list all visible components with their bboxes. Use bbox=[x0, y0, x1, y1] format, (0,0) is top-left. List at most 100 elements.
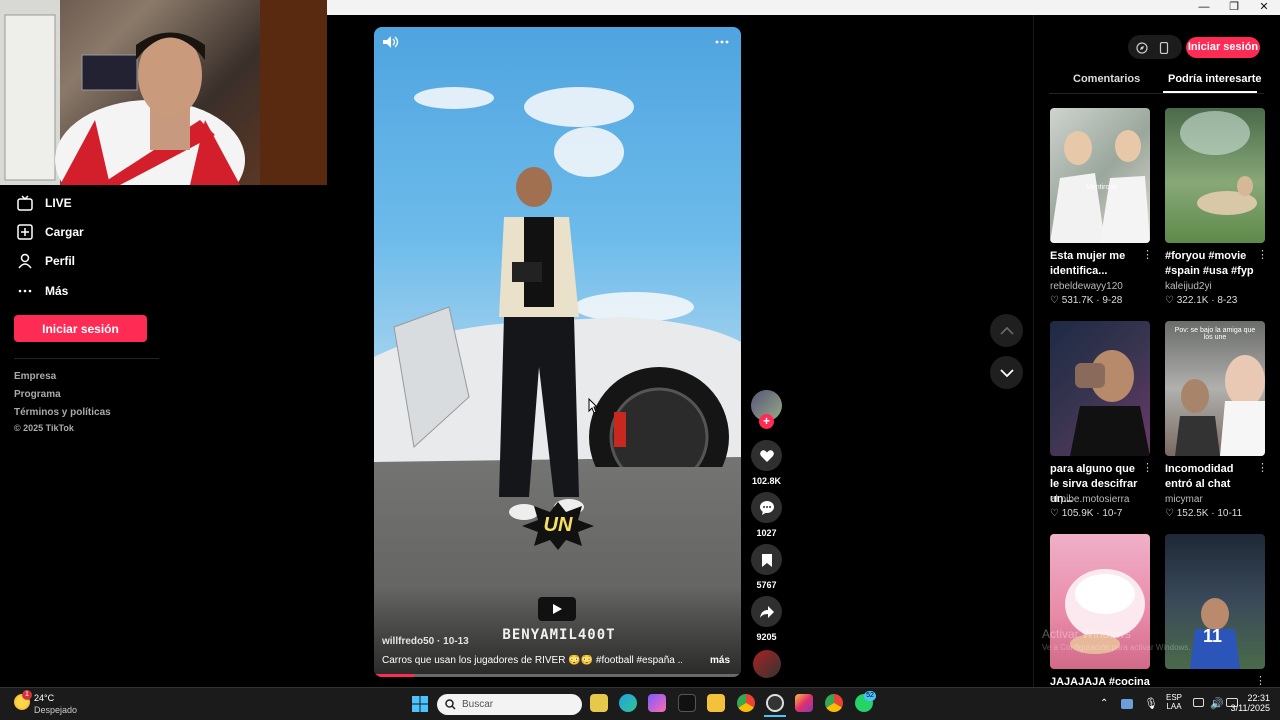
video-progress-bar[interactable] bbox=[374, 674, 741, 677]
sidebar-item-upload[interactable]: Cargar bbox=[17, 221, 84, 243]
save-count: 5767 bbox=[756, 580, 777, 590]
volume-speaker-icon[interactable]: 🔊 bbox=[1210, 697, 1224, 710]
card-more-icon[interactable]: ⋮ bbox=[1142, 461, 1153, 474]
card-more-icon[interactable]: ⋮ bbox=[1142, 248, 1153, 261]
microphone-icon[interactable]: 🎙 bbox=[1144, 697, 1158, 710]
card-likes: 531.7K bbox=[1061, 295, 1094, 306]
card-more-icon[interactable]: ⋮ bbox=[1255, 674, 1266, 687]
previous-video-button[interactable] bbox=[990, 314, 1023, 347]
video-card[interactable]: para alguno que le sirva descifrar un...… bbox=[1050, 321, 1153, 519]
language-indicator[interactable]: ESP LAA bbox=[1166, 693, 1182, 711]
volume-icon[interactable] bbox=[382, 35, 400, 49]
sidebar-item-label: Cargar bbox=[45, 225, 84, 239]
video-thumbnail[interactable] bbox=[1165, 321, 1265, 456]
windows-taskbar bbox=[0, 687, 1280, 720]
video-author-line[interactable]: willfredo50 · 10-13 bbox=[382, 636, 469, 647]
save-button[interactable] bbox=[751, 544, 782, 575]
card-more-icon[interactable]: ⋮ bbox=[1257, 461, 1268, 474]
app-icon-notes[interactable] bbox=[590, 694, 608, 712]
profile-person-icon bbox=[17, 253, 33, 269]
card-user[interactable]: kaleijud2yi bbox=[1165, 281, 1212, 292]
header-login-button[interactable]: Iniciar sesión bbox=[1186, 37, 1260, 58]
card-stats: ♡ 531.7K · 9-28 bbox=[1050, 295, 1123, 306]
webcam-image bbox=[0, 0, 327, 185]
whatsapp-badge: 52 bbox=[864, 691, 876, 701]
video-person bbox=[499, 167, 584, 520]
tab-comments[interactable]: Comentarios bbox=[1073, 73, 1140, 85]
weather-desc[interactable]: Despejado bbox=[34, 705, 77, 715]
footer-link-terms[interactable]: Términos y políticas bbox=[14, 407, 111, 418]
card-title: #foryou #movie #spain #usa #fyp bbox=[1165, 250, 1254, 277]
video-card[interactable]: Pov: se bajo la amiga que los une Incomo… bbox=[1165, 321, 1268, 519]
sidebar-item-profile[interactable]: Perfil bbox=[17, 250, 75, 272]
video-thumbnail[interactable] bbox=[1050, 108, 1150, 243]
login-button[interactable]: Iniciar sesión bbox=[14, 315, 147, 342]
card-stats: ♡ 105.9K · 10-7 bbox=[1050, 508, 1123, 519]
obs-icon[interactable] bbox=[766, 694, 784, 712]
phone-icon[interactable] bbox=[1159, 41, 1169, 55]
chevron-up-icon[interactable]: ⌃ bbox=[1100, 698, 1108, 709]
chrome-profile-icon[interactable] bbox=[825, 694, 843, 712]
more-options-icon[interactable] bbox=[714, 35, 730, 49]
caption-more-link[interactable]: más bbox=[710, 655, 730, 666]
weather-temp[interactable]: 24°C bbox=[34, 693, 54, 703]
sidebar-item-more[interactable]: Más bbox=[17, 280, 68, 302]
maximize-button[interactable]: ❐ bbox=[1219, 0, 1249, 15]
compass-icon[interactable] bbox=[1136, 41, 1148, 54]
upload-plus-icon bbox=[17, 224, 33, 240]
tiktok-app-icon[interactable] bbox=[678, 694, 696, 712]
sidebar-item-live[interactable]: LIVE bbox=[17, 192, 72, 214]
card-more-icon[interactable]: ⋮ bbox=[1257, 248, 1268, 261]
webcam-overlay bbox=[0, 0, 327, 185]
sidebar-divider bbox=[14, 358, 159, 359]
copyright: © 2025 TikTok bbox=[14, 423, 74, 433]
mouse-cursor-icon bbox=[588, 397, 599, 419]
activate-windows-title: Activar Windows bbox=[1042, 627, 1131, 641]
card-user[interactable]: micymar bbox=[1165, 494, 1203, 505]
card-user[interactable]: el.pibe.motosierra bbox=[1050, 494, 1129, 505]
tabs-divider bbox=[1049, 93, 1264, 94]
edge-browser-icon[interactable] bbox=[619, 694, 637, 712]
video-progress-fill bbox=[374, 674, 415, 677]
copilot-icon[interactable] bbox=[648, 694, 666, 712]
taskbar-search-box[interactable]: Buscar bbox=[437, 694, 582, 715]
tab-recommended[interactable]: Podría interesarte bbox=[1168, 73, 1262, 85]
card-user[interactable]: rebeldewayy120 bbox=[1050, 281, 1123, 292]
footer-link-program[interactable]: Programa bbox=[14, 389, 61, 400]
sticker-text: UN bbox=[543, 514, 573, 536]
card-stats: ♡ 322.1K · 8-23 bbox=[1165, 295, 1238, 306]
next-video-button[interactable] bbox=[990, 356, 1023, 389]
close-window-button[interactable]: ✕ bbox=[1249, 0, 1279, 15]
windows-start-icon[interactable] bbox=[412, 696, 428, 712]
card-date: 8-23 bbox=[1217, 295, 1238, 306]
live-tv-icon bbox=[17, 195, 33, 211]
video-card[interactable]: Mentiroso Esta mujer me identifica... ⋮ … bbox=[1050, 108, 1153, 306]
comment-button[interactable] bbox=[751, 492, 782, 523]
video-thumbnail[interactable] bbox=[1050, 321, 1150, 456]
video-caption: Carros que usan los jugadores de RIVER 😳… bbox=[382, 655, 682, 666]
card-likes: 322.1K bbox=[1176, 295, 1209, 306]
footer-link-company[interactable]: Empresa bbox=[14, 371, 56, 382]
video-thumbnail[interactable] bbox=[1165, 108, 1265, 243]
follow-plus-button[interactable]: + bbox=[759, 414, 774, 429]
card-likes: 105.9K bbox=[1061, 508, 1094, 519]
minimize-button[interactable]: — bbox=[1189, 0, 1219, 15]
weather-badge: 1 bbox=[22, 690, 32, 700]
clock[interactable]: 22:31 3/11/2025 bbox=[1230, 693, 1270, 713]
network-icon[interactable] bbox=[1193, 698, 1204, 707]
video-player[interactable]: UN BENYAMIL400T willfredo50 · 10-13 Carr… bbox=[374, 27, 741, 677]
cloud bbox=[524, 87, 634, 127]
card-title: Incomodidad entró al chat bbox=[1165, 463, 1234, 490]
music-disc[interactable] bbox=[753, 650, 781, 678]
jersey-number: 11 bbox=[1203, 626, 1223, 646]
chevron-up-icon bbox=[999, 326, 1014, 335]
file-explorer-icon[interactable] bbox=[707, 694, 725, 712]
share-button[interactable] bbox=[751, 596, 782, 627]
like-button[interactable] bbox=[751, 440, 782, 471]
onedrive-icon[interactable] bbox=[1121, 699, 1133, 709]
video-author[interactable]: willfredo50 bbox=[382, 636, 434, 647]
instagram-icon[interactable] bbox=[795, 694, 813, 712]
heart-outline-icon: ♡ bbox=[1050, 508, 1059, 519]
chrome-icon[interactable] bbox=[737, 694, 755, 712]
video-card[interactable]: #foryou #movie #spain #usa #fyp ⋮ kaleij… bbox=[1165, 108, 1268, 306]
